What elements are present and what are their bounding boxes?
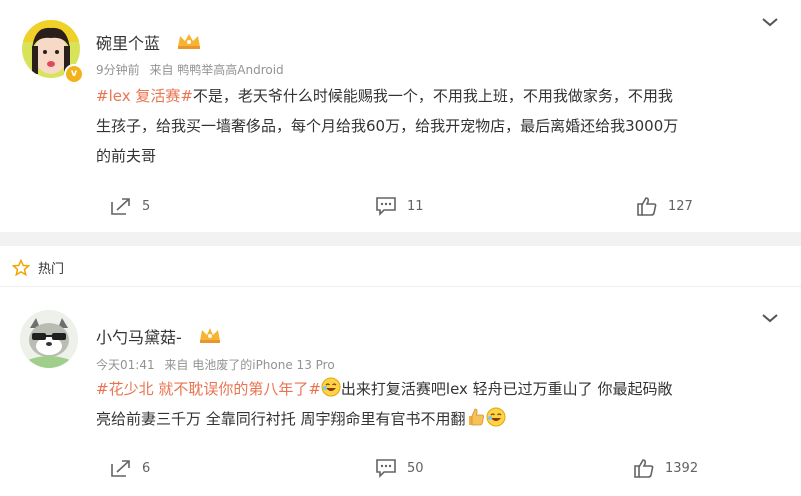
- like-count: 1392: [665, 460, 699, 476]
- repost-button[interactable]: 6: [110, 458, 150, 478]
- hot-section-header: 热门: [12, 258, 64, 277]
- avatar[interactable]: [20, 310, 78, 368]
- section-divider: [0, 232, 801, 246]
- like-button[interactable]: 1392: [633, 458, 698, 478]
- post-text-line: 的前夫哥: [96, 147, 157, 165]
- post-card: 小勺马黛菇- 今天01:41 来自 电池废了的iPhone 13 Pro #花少…: [0, 296, 801, 496]
- post-text-line: 亮给前妻三千万 全靠同行衬托 周宇翔命里有官书不用翻: [96, 404, 786, 434]
- post-meta: 9分钟前 来自 鸭鸭举高高Android: [96, 61, 284, 78]
- post-source: 来自 电池废了的iPhone 13 Pro: [164, 358, 335, 372]
- thumbs-up-emoji-icon: [468, 408, 484, 426]
- comment-button[interactable]: 50: [375, 458, 424, 478]
- post-text-line: #lex 复活赛#不是，老天爷什么时候能赐我一个，不用我上班，不用我做家务，不用…: [96, 81, 786, 111]
- star-icon: [12, 258, 30, 276]
- repost-icon: [111, 198, 130, 215]
- crown-badge-icon[interactable]: [198, 326, 222, 344]
- post-text: #花少北 就不耽误你的第八年了# 出来打复活赛吧lex 轻舟已过万重山了 你最起…: [96, 374, 786, 434]
- post-card: v 碗里个蓝 9分钟前 来自 鸭鸭举高高Android #lex 复活赛#不是，…: [0, 0, 801, 232]
- divider-line: [0, 286, 801, 287]
- thumbs-up-icon: [634, 459, 654, 478]
- like-button[interactable]: 127: [636, 196, 693, 216]
- topic-link[interactable]: #lex 复活赛#: [96, 87, 193, 105]
- repost-count: 6: [142, 460, 151, 476]
- comment-count: 11: [407, 198, 424, 214]
- topic-link[interactable]: #花少北 就不耽误你的第八年了#: [96, 380, 321, 398]
- text-span: 不是，老天爷什么时候能赐我一个，不用我上班，不用我做家务，不用我: [192, 87, 673, 105]
- comment-icon: [376, 197, 396, 216]
- like-count: 127: [668, 198, 693, 214]
- text-span: 亮给前妻三千万 全靠同行衬托 周宇翔命里有官书不用翻: [96, 410, 466, 428]
- comment-icon: [376, 459, 396, 478]
- comment-button[interactable]: 11: [375, 196, 424, 216]
- text-span: 出来打复活赛吧lex 轻舟已过万重山了 你最起码敞: [340, 380, 673, 398]
- username[interactable]: 小勺马黛菇-: [96, 324, 182, 348]
- post-source: 来自 鸭鸭举高高Android: [149, 63, 284, 77]
- laughing-emoji-icon: [486, 407, 506, 427]
- repost-count: 5: [142, 198, 151, 214]
- chevron-down-icon[interactable]: [761, 16, 779, 28]
- post-text-line: 生孩子，给我买一墙奢侈品，每个月给我60万，给我开宠物店，最后离婚还给我3000…: [96, 117, 679, 135]
- thumbs-up-icon: [637, 197, 657, 216]
- post-text-line: #花少北 就不耽误你的第八年了# 出来打复活赛吧lex 轻舟已过万重山了 你最起…: [96, 374, 786, 404]
- repost-button[interactable]: 5: [110, 196, 150, 216]
- crown-badge-icon[interactable]: [176, 32, 202, 50]
- hot-label: 热门: [38, 262, 65, 277]
- username[interactable]: 碗里个蓝: [96, 30, 160, 54]
- comment-count: 50: [407, 460, 424, 476]
- post-time[interactable]: 9分钟前: [96, 63, 140, 77]
- chevron-down-icon[interactable]: [761, 312, 779, 324]
- post-time[interactable]: 今天01:41: [96, 358, 155, 372]
- repost-icon: [111, 460, 130, 477]
- post-meta: 今天01:41 来自 电池废了的iPhone 13 Pro: [96, 356, 335, 373]
- laughing-emoji-icon: [321, 377, 341, 397]
- post-text: #lex 复活赛#不是，老天爷什么时候能赐我一个，不用我上班，不用我做家务，不用…: [96, 81, 786, 171]
- verified-badge-icon: v: [64, 64, 84, 84]
